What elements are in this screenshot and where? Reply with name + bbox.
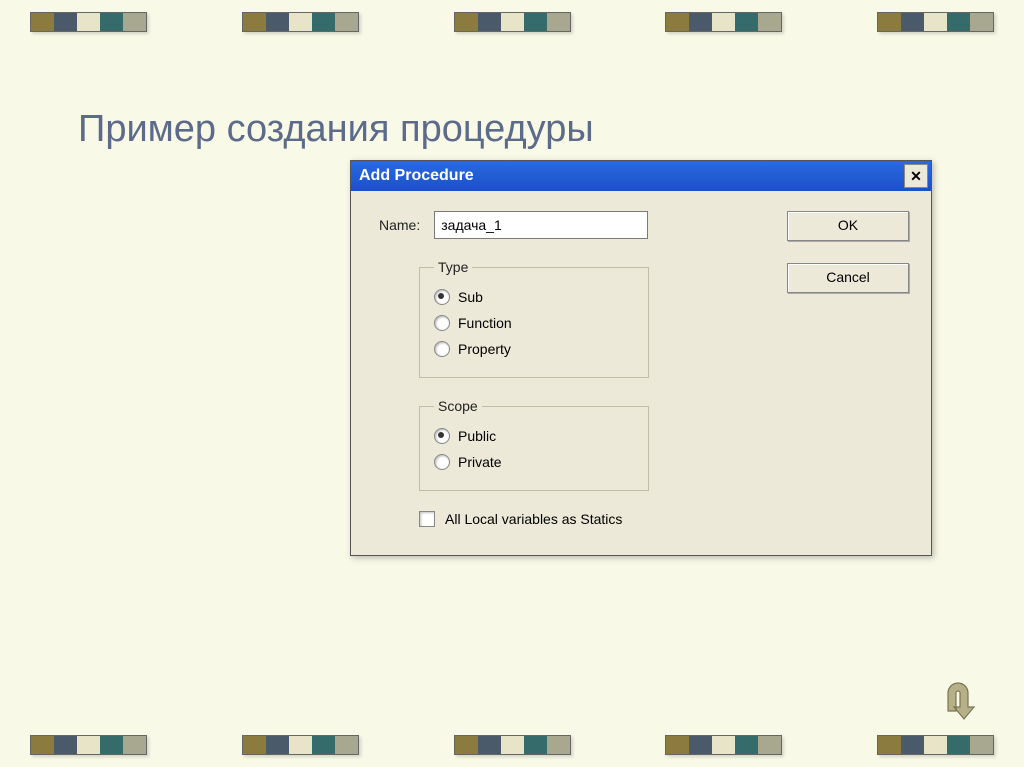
type-legend: Type bbox=[434, 259, 472, 275]
scope-legend: Scope bbox=[434, 398, 482, 414]
radio-private-label: Private bbox=[458, 454, 502, 470]
radio-public-label: Public bbox=[458, 428, 496, 444]
close-icon: ✕ bbox=[910, 168, 922, 185]
scope-group: Scope Public Private bbox=[419, 398, 649, 491]
type-group: Type Sub Function Property bbox=[419, 259, 649, 378]
name-label: Name: bbox=[379, 217, 420, 233]
return-button[interactable] bbox=[934, 677, 982, 725]
radio-public[interactable] bbox=[434, 428, 450, 444]
cancel-button[interactable]: Cancel bbox=[787, 263, 909, 293]
slide-title: Пример создания процедуры bbox=[78, 108, 594, 151]
statics-checkbox[interactable] bbox=[419, 511, 435, 527]
decoration-top bbox=[0, 12, 1024, 32]
radio-private[interactable] bbox=[434, 454, 450, 470]
decoration-bottom bbox=[0, 735, 1024, 755]
radio-sub[interactable] bbox=[434, 289, 450, 305]
radio-sub-label: Sub bbox=[458, 289, 483, 305]
radio-property-label: Property bbox=[458, 341, 511, 357]
radio-property[interactable] bbox=[434, 341, 450, 357]
name-input[interactable] bbox=[434, 211, 648, 239]
close-button[interactable]: ✕ bbox=[904, 164, 928, 188]
dialog-titlebar: Add Procedure ✕ bbox=[351, 161, 931, 191]
radio-function[interactable] bbox=[434, 315, 450, 331]
dialog-title: Add Procedure bbox=[359, 167, 474, 185]
radio-function-label: Function bbox=[458, 315, 512, 331]
u-turn-icon bbox=[934, 677, 982, 725]
statics-label: All Local variables as Statics bbox=[445, 511, 622, 527]
add-procedure-dialog: Add Procedure ✕ Name: OK Cancel Type Sub… bbox=[350, 160, 932, 556]
ok-button[interactable]: OK bbox=[787, 211, 909, 241]
